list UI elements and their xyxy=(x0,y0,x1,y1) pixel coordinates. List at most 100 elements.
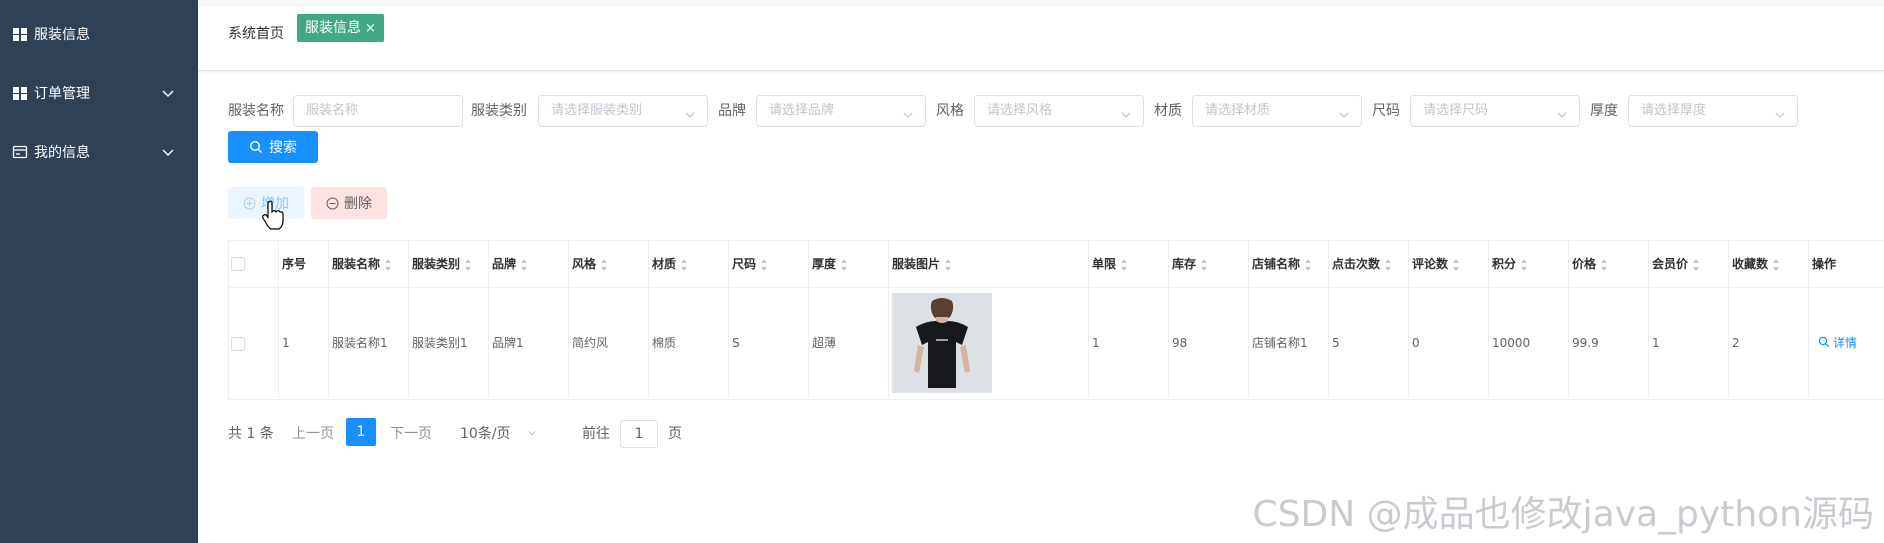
header-cell[interactable]: 价格 xyxy=(1569,241,1649,287)
goto-page-input[interactable]: 1 xyxy=(620,420,658,448)
page-size-select[interactable]: 10条/页 xyxy=(460,420,537,448)
header-label: 价格 xyxy=(1572,257,1597,271)
material-placeholder: 请选择材质 xyxy=(1205,103,1271,118)
sidebar-item-order-management[interactable]: 订单管理 xyxy=(0,73,198,113)
header-cell[interactable]: 库存 xyxy=(1169,241,1249,287)
cell-points: 10000 xyxy=(1489,288,1569,398)
header-cell[interactable]: 材质 xyxy=(649,241,729,287)
page-unit-label: 页 xyxy=(668,426,682,442)
header-cell[interactable]: 评论数 xyxy=(1409,241,1489,287)
minus-circle-icon xyxy=(326,197,339,210)
header-label: 风格 xyxy=(572,257,597,271)
sort-icon[interactable] xyxy=(1200,258,1208,272)
sort-icon[interactable] xyxy=(1120,258,1128,272)
tab-clothing-info[interactable]: 服装信息 × xyxy=(297,14,384,42)
close-icon[interactable]: × xyxy=(365,21,376,36)
sort-icon[interactable] xyxy=(1772,258,1780,272)
category-select[interactable]: 请选择服装类别 xyxy=(538,95,708,127)
table-header: 序号 服装名称 服装类别 品牌 风格 材质 尺码 厚度 服装图片 单限 库存 店… xyxy=(229,241,1884,288)
sort-icon[interactable] xyxy=(1692,258,1700,272)
header-cell[interactable]: 服装名称 xyxy=(329,241,409,287)
sort-icon[interactable] xyxy=(600,258,608,272)
detail-link[interactable]: 详情 xyxy=(1818,336,1857,350)
plus-circle-icon xyxy=(243,197,256,210)
cell-name: 服装名称1 xyxy=(329,288,409,398)
detail-link-label: 详情 xyxy=(1833,336,1858,350)
header-cell[interactable]: 积分 xyxy=(1489,241,1569,287)
size-select[interactable]: 请选择尺码 xyxy=(1410,95,1580,127)
header-cell[interactable]: 会员价 xyxy=(1649,241,1729,287)
header-cell[interactable]: 尺码 xyxy=(729,241,809,287)
header-label: 尺码 xyxy=(732,257,757,271)
select-all-checkbox[interactable] xyxy=(231,257,245,271)
sort-icon[interactable] xyxy=(1520,258,1528,272)
sidebar-item-label: 我的信息 xyxy=(34,145,90,161)
cell-limit: 1 xyxy=(1089,288,1169,398)
sort-icon[interactable] xyxy=(944,258,952,272)
header-cell[interactable]: 点击次数 xyxy=(1329,241,1409,287)
cell-index: 1 xyxy=(279,288,329,398)
brand-select[interactable]: 请选择品牌 xyxy=(756,95,926,127)
page-number-current[interactable]: 1 xyxy=(346,418,376,446)
sort-icon[interactable] xyxy=(680,258,688,272)
sort-icon[interactable] xyxy=(1600,258,1608,272)
sort-icon[interactable] xyxy=(760,258,768,272)
sort-icon[interactable] xyxy=(1384,258,1392,272)
cell-shop: 店铺名称1 xyxy=(1249,288,1329,398)
thickness-select[interactable]: 请选择厚度 xyxy=(1628,95,1798,127)
header-label: 操作 xyxy=(1812,257,1837,271)
cell-brand: 品牌1 xyxy=(489,288,569,398)
header-cell[interactable]: 收藏数 xyxy=(1729,241,1809,287)
cell-thickness: 超薄 xyxy=(809,288,889,398)
sort-icon[interactable] xyxy=(840,258,848,272)
header-cell[interactable]: 风格 xyxy=(569,241,649,287)
next-page-button[interactable]: 下一页 xyxy=(390,420,432,448)
row-checkbox[interactable] xyxy=(231,337,245,351)
sort-icon[interactable] xyxy=(1304,258,1312,272)
category-label: 服装类别 xyxy=(471,103,527,119)
delete-button[interactable]: 删除 xyxy=(311,187,387,219)
chevron-down-icon xyxy=(160,144,176,160)
goto-label: 前往 xyxy=(582,426,610,442)
product-image[interactable] xyxy=(892,293,992,393)
table-row: 1 服装名称1 服装类别1 品牌1 简约风 棉质 S 超薄 1 98 店铺名称1… xyxy=(229,288,1884,398)
search-button[interactable]: 搜索 xyxy=(228,131,318,163)
chevron-down-icon xyxy=(1337,104,1351,118)
header-label: 品牌 xyxy=(492,257,517,271)
tags-bar: 系统首页 服装信息 × xyxy=(198,6,1884,71)
style-select[interactable]: 请选择风格 xyxy=(974,95,1144,127)
header-cell[interactable]: 品牌 xyxy=(489,241,569,287)
sidebar-item-clothing-info[interactable]: 服装信息 xyxy=(0,14,198,54)
header-label: 评论数 xyxy=(1412,257,1449,271)
sidebar-item-my-info[interactable]: 我的信息 xyxy=(0,132,198,172)
cell-favorites: 2 xyxy=(1729,288,1809,398)
sidebar-item-label: 服装信息 xyxy=(34,27,90,43)
material-select[interactable]: 请选择材质 xyxy=(1192,95,1362,127)
delete-button-label: 删除 xyxy=(344,196,372,212)
name-input[interactable]: 服装名称 xyxy=(293,95,463,127)
header-cell[interactable]: 店铺名称 xyxy=(1249,241,1329,287)
header-cell[interactable]: 厚度 xyxy=(809,241,889,287)
cell-price: 99.9 xyxy=(1569,288,1649,398)
header-label: 店铺名称 xyxy=(1252,257,1301,271)
cell-stock: 98 xyxy=(1169,288,1249,398)
header-cell[interactable]: 服装图片 xyxy=(889,241,1089,287)
header-label: 库存 xyxy=(1172,257,1197,271)
header-cell[interactable]: 单限 xyxy=(1089,241,1169,287)
cell-clicks: 5 xyxy=(1329,288,1409,398)
sort-icon[interactable] xyxy=(1452,258,1460,272)
watermark: CSDN @成品也修改java_python源码 xyxy=(1252,494,1874,535)
sort-icon[interactable] xyxy=(520,258,528,272)
header-cell: 序号 xyxy=(279,241,329,287)
sort-icon[interactable] xyxy=(464,258,472,272)
header-cell[interactable]: 服装类别 xyxy=(409,241,489,287)
brand-placeholder: 请选择品牌 xyxy=(769,103,835,118)
tab-home[interactable]: 系统首页 xyxy=(228,20,284,48)
size-placeholder: 请选择尺码 xyxy=(1423,103,1489,118)
chevron-down-icon xyxy=(683,104,697,118)
chevron-down-icon xyxy=(1555,104,1569,118)
sort-icon[interactable] xyxy=(384,258,392,272)
prev-page-button[interactable]: 上一页 xyxy=(292,420,334,448)
thickness-label: 厚度 xyxy=(1590,103,1618,119)
header-label: 服装类别 xyxy=(412,257,461,271)
